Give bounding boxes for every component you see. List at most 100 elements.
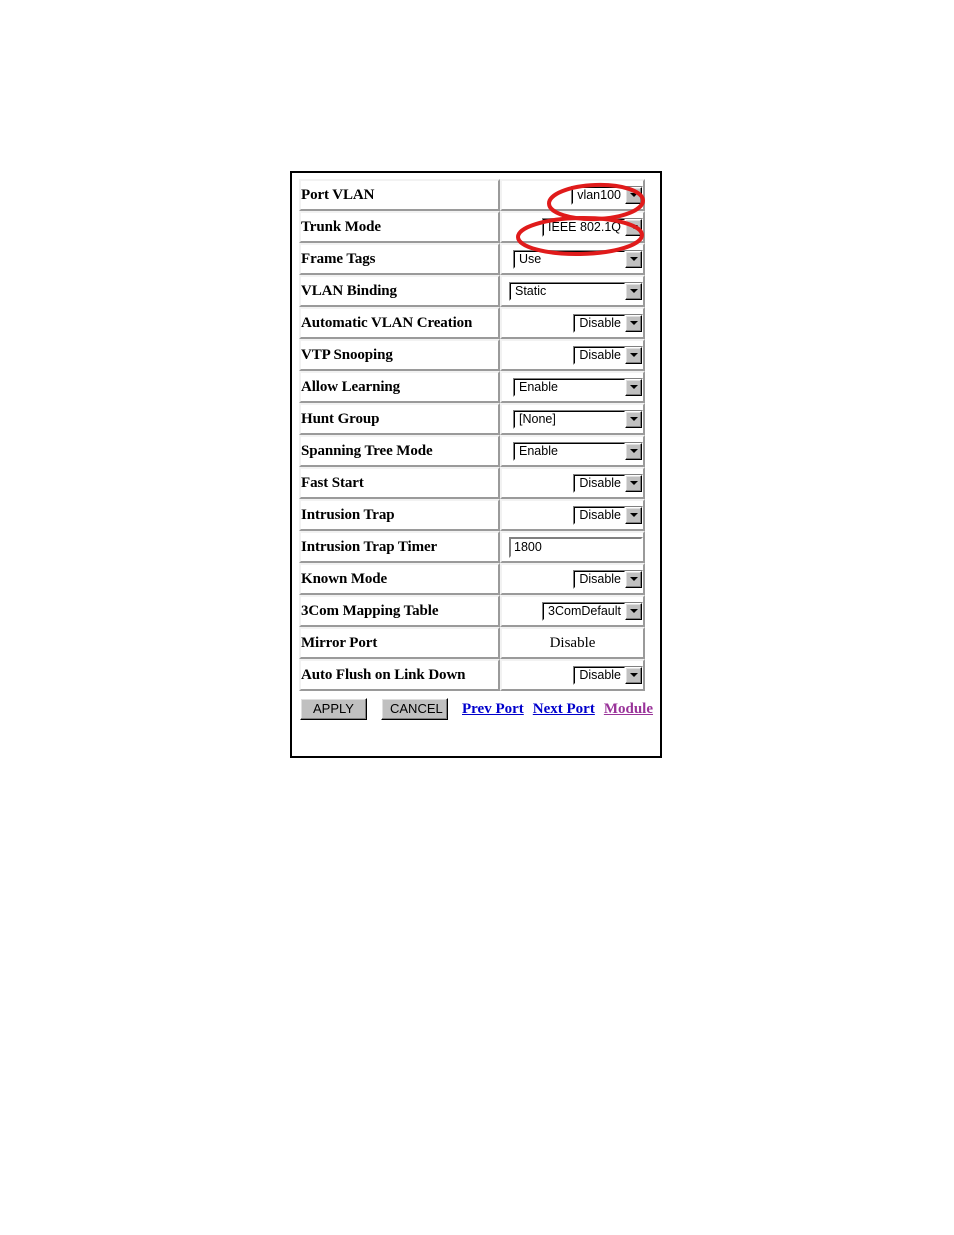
cancel-button[interactable]: CANCEL [381, 698, 448, 720]
select-value-text: Disable [574, 506, 625, 524]
select-value-text: Disable [574, 314, 625, 332]
setting-label: VTP Snooping [299, 339, 500, 371]
select-value-text: Static [510, 282, 625, 300]
triangle-down-glyph [629, 321, 638, 325]
chevron-down-icon[interactable] [625, 282, 642, 300]
chevron-down-icon[interactable] [625, 346, 642, 364]
port-vlan-settings-table: Port VLAN vlan100 Trunk Mode IEEE 802.1Q Fra… [299, 179, 645, 691]
panel-content: Port VLAN vlan100 Trunk Mode IEEE 802.1Q Fra… [292, 173, 660, 725]
setting-select[interactable]: IEEE 802.1Q [542, 217, 643, 237]
setting-select[interactable]: Disable [573, 569, 643, 589]
setting-static-value: Disable [500, 627, 645, 659]
table-row: Fast Start Disable [299, 467, 645, 499]
triangle-down-glyph [629, 673, 638, 677]
select-value-text: vlan100 [572, 186, 625, 204]
setting-value-cell: Enable [500, 435, 645, 467]
table-row: Mirror Port Disable [299, 627, 645, 659]
table-row: Automatic VLAN Creation Disable [299, 307, 645, 339]
setting-value-cell: Disable [500, 659, 645, 691]
chevron-down-icon[interactable] [625, 410, 642, 428]
setting-label: Intrusion Trap [299, 499, 500, 531]
triangle-down-glyph [629, 449, 638, 453]
table-row: Trunk Mode IEEE 802.1Q [299, 211, 645, 243]
table-row: 3Com Mapping Table 3ComDefault [299, 595, 645, 627]
select-value-text: Disable [574, 474, 625, 492]
setting-select[interactable]: vlan100 [571, 185, 643, 205]
setting-label: Frame Tags [299, 243, 500, 275]
triangle-down-glyph [629, 385, 638, 389]
chevron-down-icon[interactable] [625, 378, 642, 396]
table-row: Allow Learning Enable [299, 371, 645, 403]
prev-port-link[interactable]: Prev Port [462, 701, 524, 718]
setting-value-cell: Disable [500, 339, 645, 371]
table-row: Known Mode Disable [299, 563, 645, 595]
setting-label: Automatic VLAN Creation [299, 307, 500, 339]
table-row: Auto Flush on Link Down Disable [299, 659, 645, 691]
triangle-down-glyph [629, 417, 638, 421]
setting-value-cell: IEEE 802.1Q [500, 211, 645, 243]
setting-value-cell: 3ComDefault [500, 595, 645, 627]
setting-value-cell: Enable [500, 371, 645, 403]
setting-label: Hunt Group [299, 403, 500, 435]
setting-select[interactable]: Disable [573, 313, 643, 333]
table-row: VLAN Binding Static [299, 275, 645, 307]
module-link[interactable]: Module [604, 701, 653, 718]
chevron-down-icon[interactable] [625, 506, 642, 524]
setting-value-cell: Disable [500, 499, 645, 531]
setting-label: Auto Flush on Link Down [299, 659, 500, 691]
table-row: Intrusion Trap Disable [299, 499, 645, 531]
table-row: Port VLAN vlan100 [299, 179, 645, 211]
setting-value-cell [500, 531, 645, 563]
setting-label: Spanning Tree Mode [299, 435, 500, 467]
setting-select[interactable]: Disable [573, 473, 643, 493]
setting-value-cell: Use [500, 243, 645, 275]
triangle-down-glyph [629, 353, 638, 357]
setting-label: 3Com Mapping Table [299, 595, 500, 627]
chevron-down-icon[interactable] [625, 474, 642, 492]
setting-select[interactable]: Disable [573, 505, 643, 525]
setting-select[interactable]: Disable [573, 665, 643, 685]
setting-select[interactable]: Enable [513, 377, 643, 397]
setting-select[interactable]: [None] [513, 409, 643, 429]
setting-select[interactable]: Enable [513, 441, 643, 461]
setting-select[interactable]: Use [513, 249, 643, 269]
table-row: Hunt Group [None] [299, 403, 645, 435]
apply-button[interactable]: APPLY [300, 698, 367, 720]
setting-value-cell: [None] [500, 403, 645, 435]
settings-rows: Port VLAN vlan100 Trunk Mode IEEE 802.1Q Fra… [299, 179, 645, 691]
chevron-down-icon[interactable] [625, 602, 642, 620]
action-bar: APPLY CANCEL Prev Port Next Port Module [299, 698, 653, 720]
chevron-down-icon[interactable] [625, 186, 642, 204]
triangle-down-glyph [629, 481, 638, 485]
next-port-link[interactable]: Next Port [533, 701, 595, 718]
table-row: Spanning Tree Mode Enable [299, 435, 645, 467]
chevron-down-icon[interactable] [625, 442, 642, 460]
chevron-down-icon[interactable] [625, 570, 642, 588]
chevron-down-icon[interactable] [625, 218, 642, 236]
setting-select[interactable]: 3ComDefault [542, 601, 643, 621]
setting-value-cell: Disable [500, 563, 645, 595]
select-value-text: [None] [514, 410, 625, 428]
setting-label: Fast Start [299, 467, 500, 499]
intrusion-trap-timer-input[interactable] [509, 536, 643, 558]
triangle-down-glyph [629, 513, 638, 517]
triangle-down-glyph [629, 289, 638, 293]
select-value-text: IEEE 802.1Q [543, 218, 625, 236]
setting-label: Mirror Port [299, 627, 500, 659]
triangle-down-glyph [629, 609, 638, 613]
table-row: Intrusion Trap Timer [299, 531, 645, 563]
setting-value-cell: Disable [500, 467, 645, 499]
port-vlan-config-panel: Port VLAN vlan100 Trunk Mode IEEE 802.1Q Fra… [290, 171, 662, 758]
setting-select[interactable]: Disable [573, 345, 643, 365]
setting-label: VLAN Binding [299, 275, 500, 307]
chevron-down-icon[interactable] [625, 250, 642, 268]
setting-select[interactable]: Static [509, 281, 643, 301]
table-row: VTP Snooping Disable [299, 339, 645, 371]
chevron-down-icon[interactable] [625, 666, 642, 684]
select-value-text: Disable [574, 346, 625, 364]
setting-value-cell: Static [500, 275, 645, 307]
chevron-down-icon[interactable] [625, 314, 642, 332]
select-value-text: Use [514, 250, 625, 268]
triangle-down-glyph [629, 193, 638, 197]
triangle-down-glyph [629, 577, 638, 581]
